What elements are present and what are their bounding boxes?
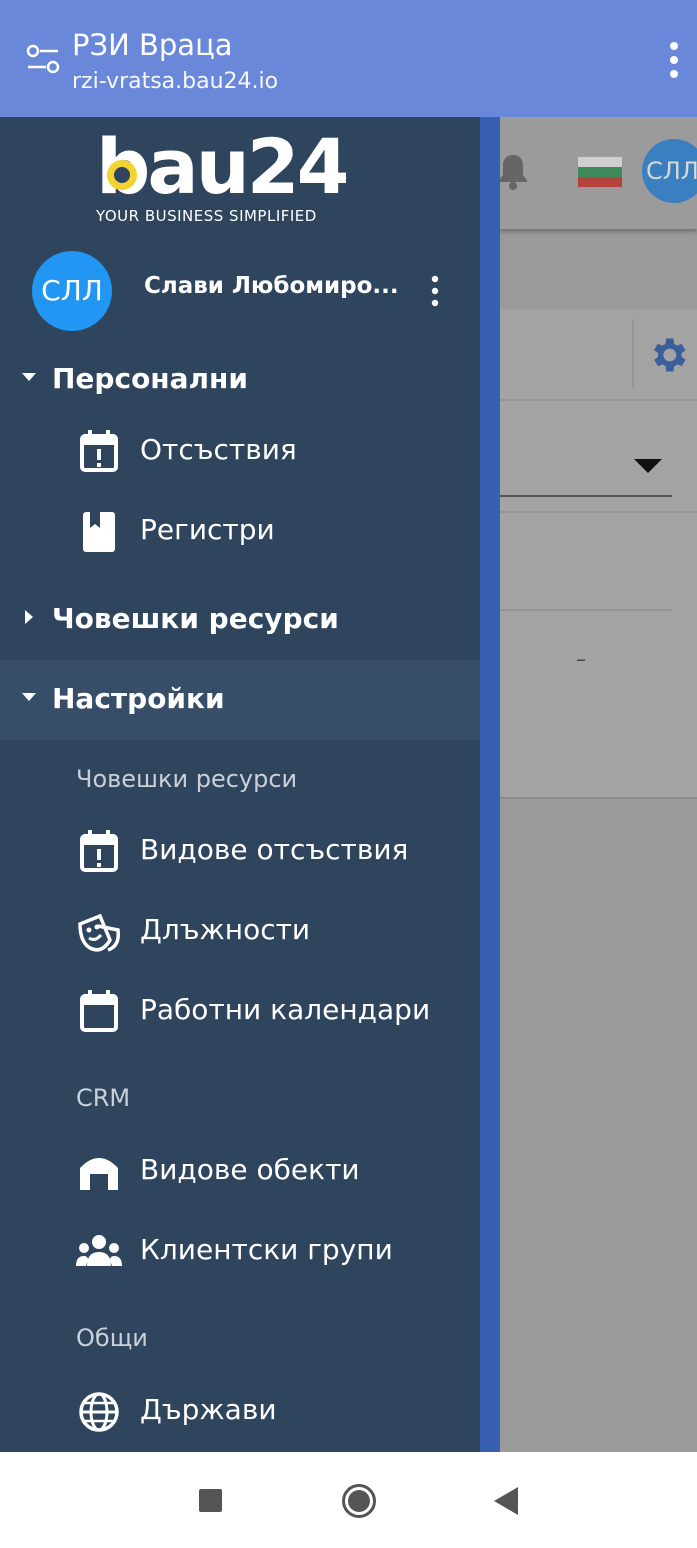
bell-icon (499, 155, 527, 190)
section-settings[interactable]: Настройки (0, 660, 480, 740)
bulgarian-flag-icon (578, 157, 622, 187)
more-vert-icon[interactable] (667, 40, 681, 80)
bau24-logo: bau24 YOUR BUSINESS SIMPLIFIED (96, 123, 346, 233)
background-header: СЛЛ (499, 117, 697, 229)
drawer-edge (480, 117, 500, 1452)
recents-button[interactable] (199, 1489, 222, 1512)
globe-icon (79, 1392, 119, 1432)
collapse-arrow-icon (25, 610, 33, 624)
calendar-alert-icon (80, 830, 118, 872)
dropdown-caret-icon (634, 459, 662, 473)
menu-item-work-calendars[interactable]: Работни календари (0, 972, 480, 1052)
svg-text:bau24: bau24 (96, 123, 346, 207)
gear-icon (654, 338, 686, 372)
menu-item-absences[interactable]: Отсъствия (0, 412, 480, 492)
calendar-icon (80, 990, 118, 1032)
menu-item-client-groups[interactable]: Клиентски групи (0, 1212, 480, 1292)
app-bar: РЗИ Враца rzi-vratsa.bau24.io (0, 0, 697, 117)
menu-item-object-types[interactable]: Видове обекти (0, 1132, 480, 1212)
background-avatar: СЛЛ (642, 139, 697, 203)
expand-arrow-icon (22, 373, 36, 381)
menu-item-countries[interactable]: Държави (0, 1372, 480, 1452)
calendar-alert-icon (80, 430, 118, 472)
book-icon (83, 512, 115, 552)
theater-masks-icon (78, 913, 121, 952)
empty-value: – (576, 647, 586, 671)
menu-item-absence-types[interactable]: Видове отсъствия (0, 812, 480, 892)
back-button[interactable] (494, 1487, 518, 1515)
menu-item-positions[interactable]: Длъжности (0, 892, 480, 972)
group-title-general: Общи (76, 1324, 148, 1352)
background-card: – (500, 309, 697, 799)
section-personal[interactable]: Персонални (0, 340, 480, 420)
navigation-drawer: bau24 YOUR BUSINESS SIMPLIFIED СЛЛ Слави… (0, 117, 480, 1452)
more-vert-icon[interactable] (428, 271, 442, 311)
home-button[interactable] (341, 1483, 377, 1519)
avatar[interactable]: СЛЛ (32, 251, 112, 331)
app-url: rzi-vratsa.bau24.io (72, 69, 279, 94)
group-icon (76, 1235, 122, 1266)
menu-item-registers[interactable]: Регистри (0, 492, 480, 572)
tune-icon[interactable] (26, 44, 60, 74)
user-name: Слави Любомиро... (144, 273, 399, 299)
group-title-crm: CRM (76, 1084, 131, 1112)
user-profile-row[interactable]: СЛЛ Слави Любомиро... (0, 249, 480, 333)
warehouse-icon (80, 1158, 118, 1190)
section-human-resources[interactable]: Човешки ресурси (0, 580, 480, 660)
background-page: СЛЛ – (499, 117, 697, 1452)
system-nav-bar (0, 1452, 697, 1548)
app-title: РЗИ Враца (72, 28, 233, 62)
group-title-hr: Човешки ресурси (76, 765, 298, 793)
logo-tagline: YOUR BUSINESS SIMPLIFIED (96, 207, 317, 225)
expand-arrow-icon (22, 693, 36, 701)
